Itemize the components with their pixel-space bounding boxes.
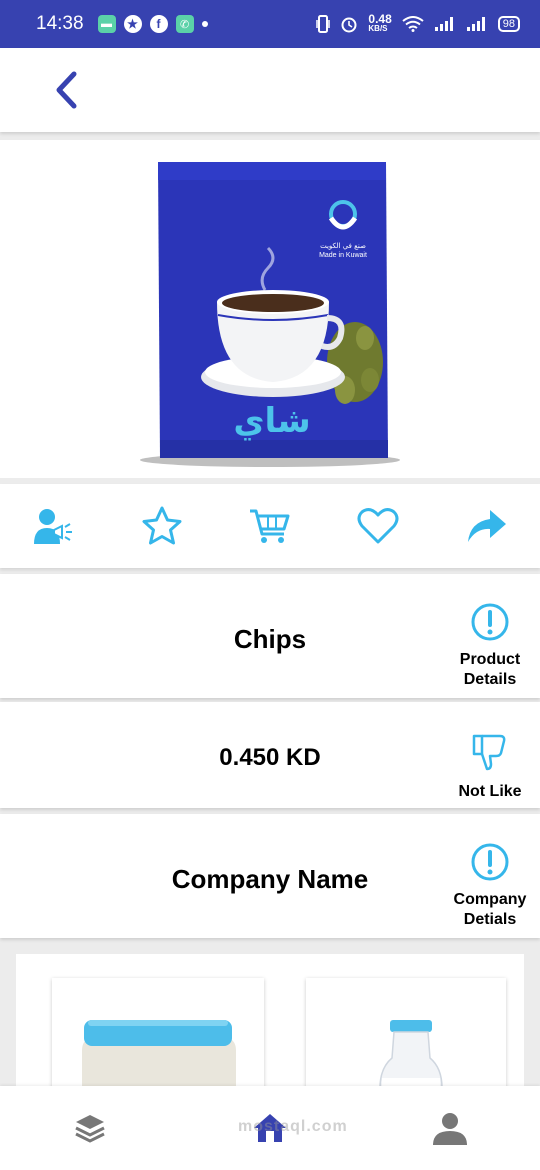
more-dot-icon <box>201 21 208 27</box>
svg-text:Made in Kuwait: Made in Kuwait <box>319 252 367 259</box>
favorite-star-button[interactable] <box>132 496 192 556</box>
tea-package-image: صنع في الكويت Made in Kuwait شاي <box>140 162 400 467</box>
layers-icon <box>75 1115 105 1143</box>
nav-categories-button[interactable] <box>60 1098 120 1158</box>
svg-text:صنع في الكويت: صنع في الكويت <box>320 242 366 250</box>
thumbs-down-icon <box>472 734 506 771</box>
share-icon <box>468 510 506 542</box>
product-details-label: Product Details <box>459 651 521 688</box>
not-like-button[interactable]: Not Like <box>450 732 530 802</box>
watermark: mostaql.com <box>238 1118 348 1135</box>
notification-icons: ▬ ★ f ✆ <box>97 15 208 33</box>
nav-home-button[interactable]: mostaql.com <box>238 1098 347 1158</box>
status-time: 14:38 <box>36 13 84 34</box>
info-alert-icon <box>471 603 509 641</box>
wifi-icon <box>402 16 424 32</box>
company-details-button[interactable]: Company Detials <box>450 842 530 930</box>
product-price-row: 0.450 KD Not Like <box>0 702 540 808</box>
profile-icon <box>433 1113 467 1145</box>
advertise-icon <box>34 509 72 544</box>
like-button[interactable] <box>348 496 408 556</box>
star-badge-icon: ★ <box>123 15 142 33</box>
network-speed: 0.48 KB/S <box>368 12 392 33</box>
signal-icon <box>434 17 453 31</box>
app-header <box>0 48 540 132</box>
star-icon <box>142 506 182 545</box>
heart-icon <box>357 508 399 544</box>
advertise-button[interactable] <box>24 496 84 556</box>
battery-icon: 98 <box>497 16 520 32</box>
nav-profile-button[interactable] <box>420 1098 480 1158</box>
alarm-icon <box>341 17 357 33</box>
svg-text:شاي: شاي <box>233 401 310 441</box>
company-details-label: Company Detials <box>453 891 527 928</box>
status-bar: 14:38 ▬ ★ f ✆ 0.48 KB/S 98 <box>0 0 540 48</box>
facebook-icon: f <box>149 15 168 33</box>
vibrate-icon <box>316 15 331 33</box>
message-icon: ▬ <box>97 15 116 33</box>
not-like-label: Not Like <box>458 783 522 800</box>
share-button[interactable] <box>456 496 516 556</box>
related-products <box>16 954 524 1108</box>
add-to-cart-button[interactable] <box>240 496 300 556</box>
phone-icon: ✆ <box>175 15 194 33</box>
company-name-row: Company Name Company Detials <box>0 814 540 938</box>
bottom-navigation: mostaql.com <box>0 1086 540 1170</box>
cart-icon <box>250 509 290 543</box>
signal-2-icon <box>466 17 485 31</box>
chevron-left-icon <box>56 71 77 109</box>
product-action-bar <box>0 484 540 568</box>
info-alert-icon <box>471 843 509 881</box>
product-name-row: Chips Product Details <box>0 574 540 698</box>
system-icons: 0.48 KB/S 98 <box>316 12 520 34</box>
product-details-button[interactable]: Product Details <box>450 602 530 690</box>
back-button[interactable] <box>44 68 88 112</box>
product-image: صنع في الكويت Made in Kuwait شاي <box>0 140 540 478</box>
